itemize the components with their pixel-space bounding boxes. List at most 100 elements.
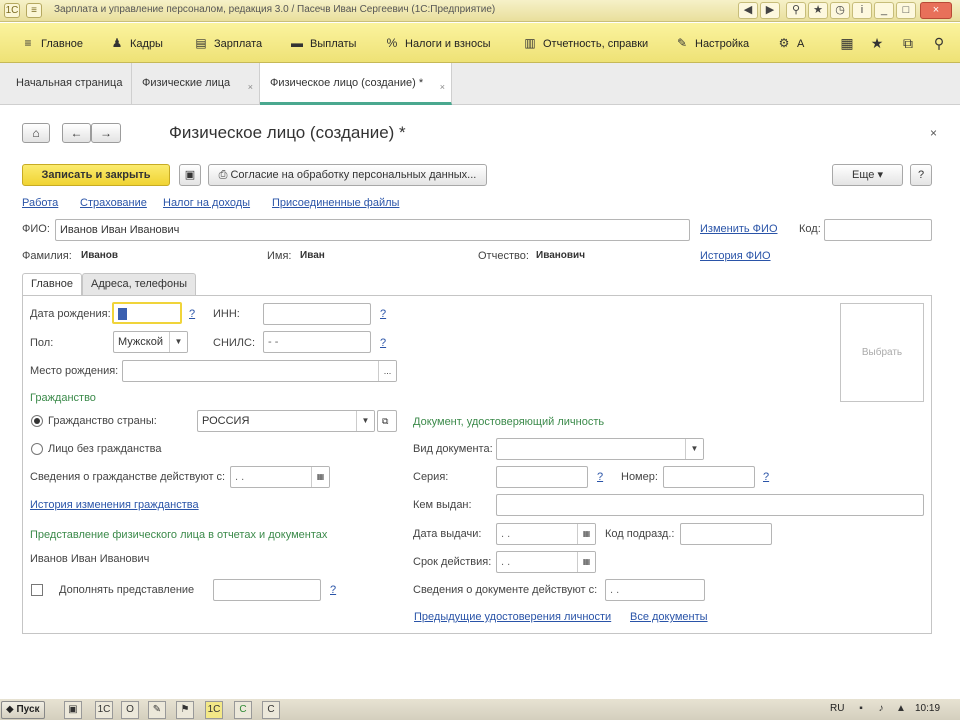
tray-icon[interactable]: ♪: [872, 701, 890, 719]
back-icon[interactable]: ←: [62, 123, 91, 143]
home-icon[interactable]: ⌂: [22, 123, 50, 143]
start-button[interactable]: ◆ Пуск: [1, 701, 45, 719]
history-icon[interactable]: ◷: [830, 2, 850, 19]
consent-label: Согласие на обработку персональных данны…: [230, 169, 477, 181]
citizen-of-radio[interactable]: [31, 415, 43, 427]
previous-docs-link[interactable]: Предыдущие удостоверения личности: [414, 611, 611, 623]
opera-icon[interactable]: O: [121, 701, 139, 719]
valid-until-input[interactable]: . . ▦: [496, 551, 596, 573]
birth-date-input[interactable]: . .: [112, 302, 182, 324]
link-work[interactable]: Работа: [22, 197, 58, 209]
calendar-icon[interactable]: ▦: [577, 552, 595, 572]
dropdown-arrow-icon[interactable]: ▼: [356, 411, 374, 431]
consent-button[interactable]: ⎙ Согласие на обработку персональных дан…: [208, 164, 487, 186]
language-indicator[interactable]: RU: [830, 703, 844, 714]
inn-input[interactable]: [263, 303, 371, 325]
photo-placeholder[interactable]: Выбрать: [840, 303, 924, 402]
ellipsis-button[interactable]: ...: [378, 361, 396, 381]
snils-help[interactable]: ?: [380, 337, 386, 349]
tab-individual-new[interactable]: Физическое лицо (создание) * ×: [260, 63, 452, 105]
extend-help[interactable]: ?: [330, 584, 336, 596]
all-docs-link[interactable]: Все документы: [630, 611, 708, 623]
windows-icon[interactable]: ⧉: [899, 34, 917, 52]
doc-valid-label: Сведения о документе действуют с:: [413, 584, 598, 596]
series-input[interactable]: [496, 466, 588, 488]
doc-valid-input[interactable]: . .: [605, 579, 705, 601]
fio-history-link[interactable]: История ФИО: [700, 250, 771, 262]
form-title: Физическое лицо (создание) *: [169, 123, 406, 142]
code-input[interactable]: [824, 219, 932, 241]
fio-input[interactable]: Иванов Иван Иванович: [55, 219, 690, 241]
app-c-icon[interactable]: C: [262, 701, 280, 719]
section-taxes[interactable]: % Налоги и взносы: [384, 23, 491, 63]
all-functions-icon[interactable]: ▦: [838, 34, 856, 52]
tab-close-icon[interactable]: ×: [248, 67, 253, 107]
issue-date-input[interactable]: . . ▦: [496, 523, 596, 545]
section-admin[interactable]: ⚙ А: [776, 23, 805, 63]
tray-icon[interactable]: ▲: [892, 701, 910, 719]
change-fio-link[interactable]: Изменить ФИО: [700, 223, 778, 235]
tab-home[interactable]: Начальная страница: [6, 63, 132, 105]
tab-main[interactable]: Главное: [22, 273, 83, 297]
nav-back-icon[interactable]: ◀: [738, 2, 758, 19]
nav-forward-icon[interactable]: ▶: [760, 2, 780, 19]
section-main[interactable]: ≡ Главное: [20, 23, 83, 63]
help-button[interactable]: ?: [910, 164, 932, 186]
minimize-button[interactable]: _: [874, 2, 894, 19]
section-reports[interactable]: ▥ Отчетность, справки: [522, 23, 648, 63]
save-disk-icon[interactable]: ▣: [179, 164, 201, 186]
maximize-button[interactable]: □: [896, 2, 916, 19]
tab-close-icon[interactable]: ×: [440, 67, 445, 107]
inn-help[interactable]: ?: [380, 308, 386, 320]
sex-select[interactable]: Мужской ▼: [113, 331, 188, 353]
open-country-icon[interactable]: ⧉: [377, 410, 397, 432]
number-help[interactable]: ?: [763, 471, 769, 483]
number-input[interactable]: [663, 466, 755, 488]
extend-checkbox[interactable]: [31, 584, 43, 596]
forward-icon[interactable]: →: [91, 123, 121, 143]
close-button[interactable]: ×: [920, 2, 952, 19]
link-income-tax[interactable]: Налог на доходы: [163, 197, 250, 209]
link-icon[interactable]: ⚲: [786, 2, 806, 19]
section-personnel[interactable]: ♟ Кадры: [109, 23, 163, 63]
link-insurance[interactable]: Страхование: [80, 197, 147, 209]
app-1c-icon[interactable]: 1С: [95, 701, 113, 719]
more-button[interactable]: Еще ▾: [832, 164, 903, 186]
extend-input[interactable]: [213, 579, 321, 601]
dept-code-input[interactable]: [680, 523, 772, 545]
tab-individuals[interactable]: Физические лица ×: [132, 63, 260, 105]
section-salary[interactable]: ▤ Зарплата: [193, 23, 262, 63]
app-logo-icon[interactable]: 1С: [4, 3, 20, 18]
tray-icon[interactable]: ▪: [852, 701, 870, 719]
save-and-close-button[interactable]: Записать и закрыть: [22, 164, 170, 186]
search-icon[interactable]: ⚲: [930, 34, 948, 52]
citizenship-history-link[interactable]: История изменения гражданства: [30, 499, 199, 511]
network-icon[interactable]: ⚑: [176, 701, 194, 719]
menu-icon[interactable]: ≡: [26, 3, 42, 18]
stateless-radio[interactable]: [31, 443, 43, 455]
link-attached-files[interactable]: Присоединенные файлы: [272, 197, 399, 209]
favorites-icon[interactable]: ★: [808, 2, 828, 19]
info-icon[interactable]: i: [852, 2, 872, 19]
tool-icon[interactable]: ✎: [148, 701, 166, 719]
tab-addresses[interactable]: Адреса, телефоны: [82, 273, 197, 296]
dropdown-arrow-icon[interactable]: ▼: [685, 439, 703, 459]
favorites-star-icon[interactable]: ★: [868, 34, 886, 52]
country-select[interactable]: РОССИЯ ▼: [197, 410, 375, 432]
citizenship-valid-input[interactable]: . . ▦: [230, 466, 330, 488]
save-icon[interactable]: ▣: [64, 701, 82, 719]
series-help[interactable]: ?: [597, 471, 603, 483]
birthplace-input[interactable]: ...: [122, 360, 397, 382]
snils-input[interactable]: - -: [263, 331, 371, 353]
issued-by-input[interactable]: [496, 494, 924, 516]
section-settings[interactable]: ✎ Настройка: [674, 23, 749, 63]
doc-type-select[interactable]: ▼: [496, 438, 704, 460]
birth-date-help[interactable]: ?: [189, 308, 195, 320]
dropdown-arrow-icon[interactable]: ▼: [169, 332, 187, 352]
form-close-icon[interactable]: ×: [930, 126, 937, 140]
app-1c-icon[interactable]: 1С: [205, 701, 223, 719]
calendar-icon[interactable]: ▦: [311, 467, 329, 487]
app-c-icon[interactable]: C: [234, 701, 252, 719]
section-payments[interactable]: ▬ Выплаты: [289, 23, 356, 63]
calendar-icon[interactable]: ▦: [577, 524, 595, 544]
